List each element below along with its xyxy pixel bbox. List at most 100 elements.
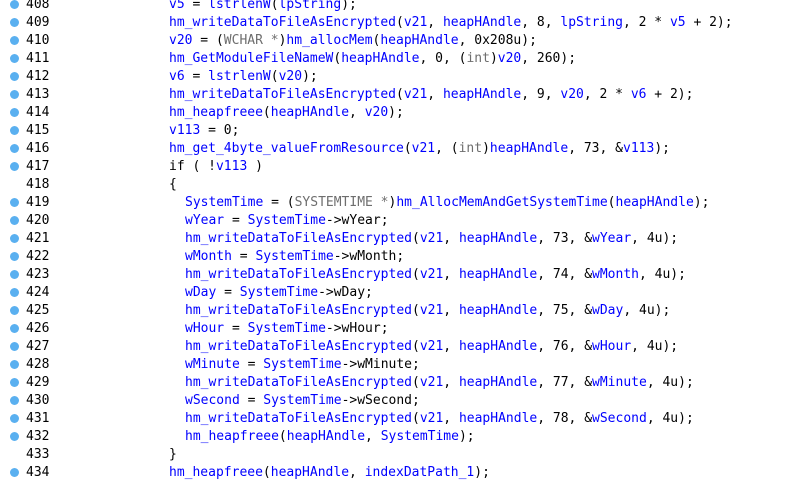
variable-token[interactable]: heapHAndle (459, 231, 537, 246)
code-line[interactable]: 410 v20 = (WCHAR *)hm_allocMem(heapHAndle… (0, 32, 806, 50)
code-line[interactable]: 415 v113 = 0; (0, 122, 806, 140)
variable-token[interactable]: v6 (169, 69, 185, 84)
variable-token[interactable]: v20 (169, 33, 192, 48)
variable-token[interactable]: SystemTime (381, 429, 459, 444)
function-token[interactable]: hm_heapfreee (169, 465, 263, 480)
code-line[interactable]: 422 wMonth = SystemTime->wMonth; (0, 248, 806, 266)
breakpoint-marker-icon[interactable] (10, 0, 19, 9)
variable-token[interactable]: SystemTime (255, 249, 333, 264)
variable-token[interactable]: heapHAndle (271, 105, 349, 120)
function-token[interactable]: hm_writeDataToFileAsEncrypted (185, 411, 412, 426)
variable-token[interactable]: v113 (169, 123, 200, 138)
breakpoint-marker-icon[interactable] (10, 90, 19, 99)
pseudocode-view[interactable]: 408 v5 = lstrlenW(lpString); 409 hm_writeDa… (0, 0, 806, 481)
breakpoint-marker-icon[interactable] (10, 252, 19, 261)
function-token[interactable]: hm_writeDataToFileAsEncrypted (185, 339, 412, 354)
variable-token[interactable]: wMonth (185, 249, 232, 264)
variable-token[interactable]: v20 (560, 87, 583, 102)
variable-token[interactable]: heapHAndle (459, 411, 537, 426)
breakpoint-marker-icon[interactable] (10, 396, 19, 405)
code-line[interactable]: 430 wSecond = SystemTime->wSecond; (0, 392, 806, 410)
code-text[interactable]: hm_writeDataToFileAsEncrypted(v21, heapH… (185, 338, 678, 356)
variable-token[interactable]: v21 (420, 303, 443, 318)
code-text[interactable]: v113 = 0; (169, 122, 239, 140)
code-line[interactable]: 423 hm_writeDataToFileAsEncrypted(v21, he… (0, 266, 806, 284)
variable-token[interactable]: v20 (279, 69, 302, 84)
code-line[interactable]: 434 hm_heapfreee(heapHAndle, indexDatPath… (0, 464, 806, 482)
variable-token[interactable]: v21 (404, 87, 427, 102)
variable-token[interactable]: heapHAndle (490, 141, 568, 156)
code-text[interactable]: if ( !v113 ) (169, 158, 263, 176)
code-line[interactable]: 433} (0, 446, 806, 464)
variable-token[interactable]: heapHAndle (287, 429, 365, 444)
code-text[interactable]: hm_get_4byte_valueFromResource(v21, (int… (169, 140, 670, 158)
code-text[interactable]: hm_GetModuleFileNameW(heapHAndle, 0, (in… (169, 50, 576, 68)
code-text[interactable]: wDay = SystemTime->wDay; (185, 284, 373, 302)
code-text[interactable]: SystemTime = (SYSTEMTIME *)hm_AllocMemAn… (185, 194, 709, 212)
code-text[interactable]: hm_writeDataToFileAsEncrypted(v21, heapH… (185, 302, 670, 320)
variable-token[interactable]: SystemTime (248, 213, 326, 228)
variable-token[interactable]: v20 (498, 51, 521, 66)
variable-token[interactable]: v21 (420, 339, 443, 354)
function-token[interactable]: hm_writeDataToFileAsEncrypted (185, 303, 412, 318)
code-line[interactable]: 419 SystemTime = (SYSTEMTIME *)hm_AllocMe… (0, 194, 806, 212)
breakpoint-marker-icon[interactable] (10, 270, 19, 279)
function-token[interactable]: lstrlenW (208, 69, 271, 84)
breakpoint-marker-icon[interactable] (10, 360, 19, 369)
code-line[interactable]: 408 v5 = lstrlenW(lpString); (0, 0, 806, 14)
variable-token[interactable]: SystemTime (263, 357, 341, 372)
code-line[interactable]: 412 v6 = lstrlenW(v20); (0, 68, 806, 86)
code-line[interactable]: 432 hm_heapfreee(heapHAndle, SystemTime); (0, 428, 806, 446)
variable-token[interactable]: lpString (279, 0, 342, 12)
code-text[interactable]: v6 = lstrlenW(v20); (169, 68, 318, 86)
variable-token[interactable]: heapHAndle (459, 267, 537, 282)
variable-token[interactable]: wDay (592, 303, 623, 318)
variable-token[interactable]: wSecond (592, 411, 647, 426)
code-line[interactable]: 421 hm_writeDataToFileAsEncrypted(v21, he… (0, 230, 806, 248)
variable-token[interactable]: lpString (560, 15, 623, 30)
variable-token[interactable]: v21 (420, 267, 443, 282)
variable-token[interactable]: wMinute (185, 357, 240, 372)
code-text[interactable]: hm_heapfreee(heapHAndle, v20); (169, 104, 404, 122)
variable-token[interactable]: v21 (412, 141, 435, 156)
variable-token[interactable]: SystemTime (240, 285, 318, 300)
code-text[interactable]: hm_writeDataToFileAsEncrypted(v21, heapH… (169, 86, 693, 104)
variable-token[interactable]: v21 (420, 231, 443, 246)
code-text[interactable]: hm_writeDataToFileAsEncrypted(v21, heapH… (185, 230, 678, 248)
code-line[interactable]: 429 hm_writeDataToFileAsEncrypted(v21, he… (0, 374, 806, 392)
variable-token[interactable]: v5 (670, 15, 686, 30)
breakpoint-marker-icon[interactable] (10, 432, 19, 441)
code-text[interactable]: { (169, 176, 177, 194)
function-token[interactable]: hm_heapfreee (185, 429, 279, 444)
code-text[interactable]: hm_writeDataToFileAsEncrypted(v21, heapH… (185, 266, 686, 284)
function-token[interactable]: hm_writeDataToFileAsEncrypted (185, 231, 412, 246)
code-text[interactable]: wHour = SystemTime->wHour; (185, 320, 389, 338)
variable-token[interactable]: wSecond (185, 393, 240, 408)
code-line[interactable]: 409 hm_writeDataToFileAsEncrypted(v21, he… (0, 14, 806, 32)
variable-token[interactable]: v21 (420, 411, 443, 426)
breakpoint-marker-icon[interactable] (10, 126, 19, 135)
variable-token[interactable]: SystemTime (263, 393, 341, 408)
variable-token[interactable]: heapHAndle (443, 87, 521, 102)
code-line[interactable]: 427 hm_writeDataToFileAsEncrypted(v21, he… (0, 338, 806, 356)
function-token[interactable]: hm_AllocMemAndGetSystemTime (396, 195, 607, 210)
variable-token[interactable]: heapHAndle (271, 465, 349, 480)
function-token[interactable]: hm_heapfreee (169, 105, 263, 120)
variable-token[interactable]: heapHAndle (616, 195, 694, 210)
code-text[interactable]: hm_heapfreee(heapHAndle, SystemTime); (185, 428, 475, 446)
code-line[interactable]: 424 wDay = SystemTime->wDay; (0, 284, 806, 302)
breakpoint-marker-icon[interactable] (10, 306, 19, 315)
variable-token[interactable]: indexDatPath_1 (365, 465, 475, 480)
variable-token[interactable]: heapHAndle (443, 15, 521, 30)
code-line[interactable]: 418 { (0, 176, 806, 194)
function-token[interactable]: hm_GetModuleFileNameW (169, 51, 333, 66)
code-text[interactable]: wMinute = SystemTime->wMinute; (185, 356, 420, 374)
breakpoint-marker-icon[interactable] (10, 36, 19, 45)
code-line[interactable]: 416 hm_get_4byte_valueFromResource(v21, (… (0, 140, 806, 158)
variable-token[interactable]: v20 (365, 105, 388, 120)
variable-token[interactable]: wDay (185, 285, 216, 300)
variable-token[interactable]: wMonth (592, 267, 639, 282)
code-text[interactable]: wSecond = SystemTime->wSecond; (185, 392, 420, 410)
breakpoint-marker-icon[interactable] (10, 288, 19, 297)
code-line[interactable]: 413 hm_writeDataToFileAsEncrypted(v21, he… (0, 86, 806, 104)
